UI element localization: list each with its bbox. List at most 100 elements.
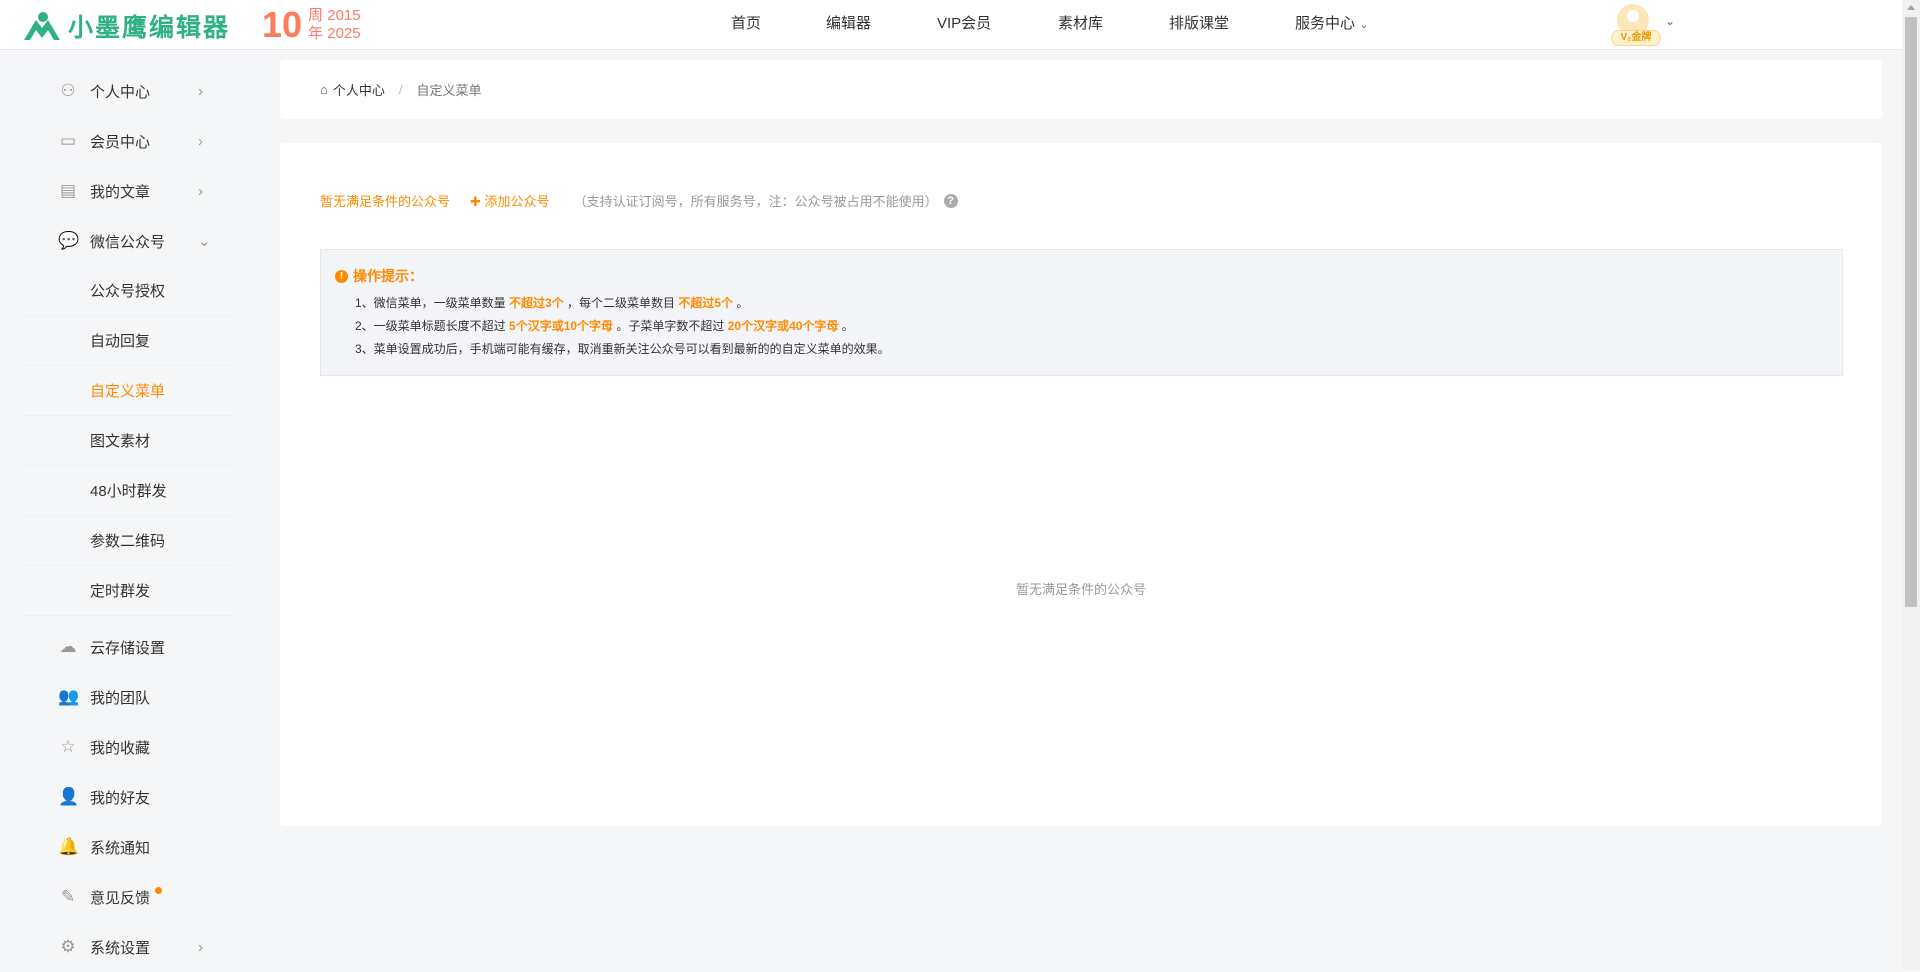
tip-line-2: 2、一级菜单标题长度不超过 5个汉字或10个字母 。子菜单字数不超过 20个汉字…: [335, 315, 1842, 338]
sidebar-item-label: 我的收藏: [90, 739, 151, 757]
sidebar-item-my-team[interactable]: 👥 我的团队: [0, 672, 233, 722]
sidebar-item-favorites[interactable]: ☆ 我的收藏: [0, 722, 233, 772]
chevron-down-icon: ⌄: [198, 233, 211, 250]
tip-text: 。子菜单字数不超过: [613, 319, 728, 333]
cloud-icon: ☁: [59, 637, 77, 656]
top-header: 小墨鹰编辑器 10 周 2015 年 2025 首页 编辑器 VIP会员 素材库…: [0, 0, 1902, 50]
tips-title: 操作提示：: [353, 268, 423, 284]
tip-line-3: 3、菜单设置成功后，手机端可能有缓存，取消重新关注公众号可以看到最新的的自定义菜…: [355, 342, 890, 356]
chevron-down-icon: ⌄: [1359, 19, 1369, 31]
sidebar-item-label: 我的团队: [90, 689, 151, 707]
sidebar-item-friends[interactable]: 👤 我的好友: [0, 772, 233, 822]
document-icon: ▤: [59, 181, 77, 200]
chat-icon: 💬: [58, 231, 80, 250]
account-selector[interactable]: 暂无满足条件的公众号: [320, 191, 450, 210]
breadcrumb-separator: /: [398, 82, 403, 97]
sidebar-item-member-center[interactable]: ▭ 会员中心 ›: [0, 116, 233, 166]
sidebar-sub-account-auth[interactable]: 公众号授权: [20, 266, 236, 316]
sidebar-item-label: 定时群发: [90, 583, 151, 600]
user-menu-chevron-icon[interactable]: ⌄: [1665, 14, 1675, 28]
tip-highlight: 20个汉字或40个字母: [727, 319, 839, 333]
sidebar-item-label: 自定义菜单: [90, 383, 166, 400]
tip-line-1: 1、微信菜单，一级菜单数量 不超过3个 ，每个二级菜单数目 不超过5个 。: [335, 292, 1842, 315]
nav-service-label: 服务中心: [1295, 15, 1356, 32]
chevron-right-icon: ›: [198, 938, 203, 956]
sidebar-sub-qrcode[interactable]: 参数二维码: [20, 516, 236, 566]
card-icon: ▭: [59, 131, 77, 150]
sidebar-sub-scheduled-broadcast[interactable]: 定时群发: [20, 566, 236, 616]
sidebar-item-cloud-storage[interactable]: ☁ 云存储设置: [0, 622, 233, 672]
sidebar-sub-news-materials[interactable]: 图文素材: [20, 416, 236, 466]
sidebar-item-label: 自动回复: [90, 333, 151, 350]
eagle-logo-icon: [24, 12, 60, 40]
anniversary-nian: 年: [308, 25, 324, 42]
sidebar-item-label: 我的好友: [90, 789, 151, 807]
sidebar-item-label: 个人中心: [90, 83, 151, 101]
operation-tips: ! 操作提示： 1、微信菜单，一级菜单数量 不超过3个 ，每个二级菜单数目 不超过…: [320, 249, 1843, 376]
star-icon: ☆: [60, 737, 76, 756]
sidebar-item-system-settings[interactable]: ⚙ 系统设置 ›: [0, 922, 233, 972]
sidebar-item-label: 会员中心: [90, 133, 151, 151]
unread-dot: [155, 886, 163, 894]
sidebar-item-feedback[interactable]: ✎ 意见反馈: [0, 872, 233, 922]
tip-text: 2、一级菜单标题长度不超过: [355, 319, 510, 333]
logo[interactable]: 小墨鹰编辑器: [22, 8, 230, 44]
scrollbar-thumb[interactable]: [1905, 17, 1917, 607]
sidebar-item-label: 公众号授权: [90, 283, 166, 300]
user-avatar[interactable]: V₂金牌: [1611, 4, 1661, 48]
sidebar-sub-48h-broadcast[interactable]: 48小时群发: [20, 466, 236, 516]
anniversary-number: 10: [262, 4, 303, 45]
chevron-right-icon: ›: [198, 82, 203, 100]
bell-icon: 🔔: [58, 837, 80, 856]
nav-home[interactable]: 首页: [731, 0, 761, 50]
sidebar-sub-auto-reply[interactable]: 自动回复: [20, 316, 236, 366]
nav-editor[interactable]: 编辑器: [826, 0, 871, 50]
sidebar-item-label: 云存储设置: [90, 639, 166, 657]
tip-highlight: 5个汉字或10个字母: [509, 319, 614, 333]
breadcrumb: ⌂ 个人中心 / 自定义菜单: [280, 60, 1882, 119]
nav-vip[interactable]: VIP会员: [937, 0, 991, 50]
sidebar-item-label: 图文素材: [90, 433, 151, 450]
add-friend-icon: 👤: [58, 787, 80, 806]
nav-courses[interactable]: 排版课堂: [1169, 0, 1229, 50]
add-account-button[interactable]: ✚ 添加公众号: [470, 191, 550, 210]
tip-text: ，每个二级菜单数目: [563, 296, 679, 310]
main-panel: 暂无满足条件的公众号 ✚ 添加公众号 （支持认证订阅号，所有服务号，注：公众号被…: [280, 143, 1882, 826]
sidebar-item-label: 意见反馈: [90, 889, 151, 907]
logo-text: 小墨鹰编辑器: [68, 14, 231, 42]
year-start: 2015: [327, 7, 361, 24]
nav-materials[interactable]: 素材库: [1058, 0, 1103, 50]
breadcrumb-home[interactable]: 个人中心: [333, 80, 385, 99]
edit-icon: ✎: [60, 887, 76, 906]
sidebar-item-label: 48小时群发: [90, 483, 167, 500]
sidebar-item-personal-center[interactable]: ⚇ 个人中心 ›: [0, 66, 233, 116]
sidebar-item-label: 我的文章: [90, 183, 151, 201]
sidebar-item-label: 系统设置: [90, 939, 151, 957]
plus-icon: ✚: [470, 194, 481, 209]
sidebar-item-label: 微信公众号: [90, 233, 166, 251]
exclamation-icon: !: [335, 269, 348, 283]
sidebar-sub-custom-menu[interactable]: 自定义菜单: [20, 366, 236, 416]
tip-text: 。: [838, 319, 854, 333]
vip-level-badge: V₂金牌: [1611, 30, 1661, 46]
sidebar-item-my-articles[interactable]: ▤ 我的文章 ›: [0, 166, 233, 216]
tip-text: 。: [733, 296, 749, 310]
page-scrollbar[interactable]: [1902, 0, 1920, 969]
sidebar-item-wechat-accounts[interactable]: 💬 微信公众号 ⌄: [0, 216, 233, 266]
home-icon: ⌂: [320, 82, 328, 97]
chevron-right-icon: ›: [198, 132, 203, 150]
scroll-up-arrow-icon[interactable]: [1907, 5, 1915, 10]
user-icon: ⚇: [60, 81, 76, 100]
chevron-right-icon: ›: [198, 182, 203, 200]
tip-highlight: 不超过5个: [678, 296, 734, 310]
year-end: 2025: [327, 25, 361, 42]
sidebar-item-notifications[interactable]: 🔔 系统通知: [0, 822, 233, 872]
tip-text: 1、微信菜单，一级菜单数量: [355, 296, 510, 310]
anniversary-zhou: 周: [308, 7, 324, 24]
support-note: （支持认证订阅号，所有服务号，注：公众号被占用不能使用）: [573, 194, 938, 209]
sidebar-item-label: 参数二维码: [90, 533, 166, 550]
help-icon[interactable]: ?: [943, 193, 958, 208]
team-icon: 👥: [58, 687, 80, 706]
anniversary-badge: 10 周 2015 年 2025: [262, 5, 361, 45]
nav-service-center[interactable]: 服务中心 ⌄: [1295, 0, 1368, 50]
